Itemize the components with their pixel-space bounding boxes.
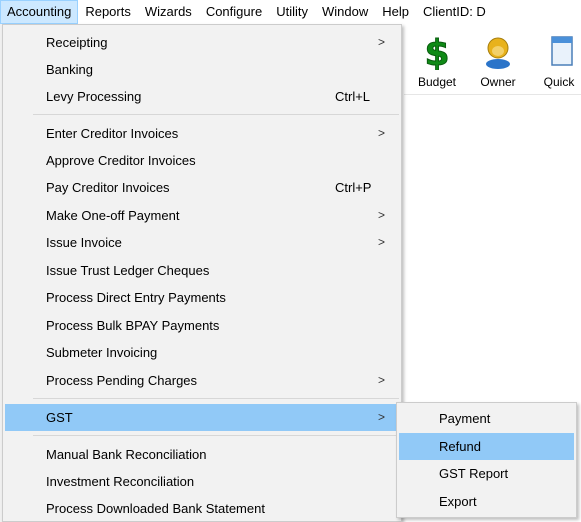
budget-button[interactable]: $ Budget <box>410 30 464 90</box>
submenu-item-label: GST Report <box>439 466 509 481</box>
owner-icon <box>486 37 510 69</box>
menu-item-label: Investment Reconciliation <box>46 474 195 489</box>
svg-text:$: $ <box>424 34 449 70</box>
menu-item-shortcut: Ctrl+L <box>335 89 371 104</box>
menu-item-submeter-invoicing[interactable]: Submeter Invoicing <box>5 339 399 366</box>
menu-help[interactable]: Help <box>375 0 416 24</box>
menu-item-label: Process Downloaded Bank Statement <box>46 501 265 516</box>
menu-item-label: Submeter Invoicing <box>46 345 158 360</box>
menu-window[interactable]: Window <box>315 0 375 24</box>
submenu-item-refund[interactable]: Refund <box>399 433 574 460</box>
menu-bar: Accounting Reports Wizards Configure Uti… <box>0 0 581 24</box>
submenu-arrow-icon: > <box>377 410 385 424</box>
menu-item-make-one-off-payment[interactable]: Make One-off Payment > <box>5 202 399 229</box>
menu-item-levy-processing[interactable]: Levy Processing Ctrl+L <box>5 83 399 110</box>
menu-item-label: Approve Creditor Invoices <box>46 153 196 168</box>
menu-item-pay-creditor-invoices[interactable]: Pay Creditor Invoices Ctrl+P <box>5 174 399 201</box>
gst-submenu: Payment Refund GST Report Export <box>396 402 577 518</box>
menu-item-enter-creditor-invoices[interactable]: Enter Creditor Invoices > <box>5 120 399 147</box>
menu-item-receipting[interactable]: Receipting > <box>5 29 399 56</box>
submenu-item-label: Payment <box>439 411 491 426</box>
submenu-arrow-icon: > <box>377 35 385 49</box>
menu-item-issue-trust-ledger-cheques[interactable]: Issue Trust Ledger Cheques <box>5 257 399 284</box>
quick-label: Quick <box>543 75 575 89</box>
menu-accounting[interactable]: Accounting <box>0 0 79 24</box>
toolbar-divider <box>404 94 581 95</box>
menu-item-label: Banking <box>46 62 93 77</box>
menu-separator <box>33 398 399 399</box>
submenu-arrow-icon: > <box>377 126 385 140</box>
menu-utility[interactable]: Utility <box>269 0 315 24</box>
menu-wizards[interactable]: Wizards <box>138 0 199 24</box>
menu-item-label: Issue Trust Ledger Cheques <box>46 263 210 278</box>
budget-label: Budget <box>417 75 457 89</box>
submenu-arrow-icon: > <box>377 373 385 387</box>
submenu-arrow-icon: > <box>377 235 385 249</box>
menu-item-label: Process Pending Charges <box>46 373 198 388</box>
menu-item-label: GST <box>46 410 73 425</box>
menu-item-label: Levy Processing <box>46 89 142 104</box>
menu-item-label: Process Bulk BPAY Payments <box>46 318 220 333</box>
client-id-label: ClientID: D <box>422 4 486 19</box>
menu-item-label: Receipting <box>46 35 108 50</box>
submenu-item-export[interactable]: Export <box>399 488 574 515</box>
menu-separator <box>33 435 399 436</box>
menu-item-approve-creditor-invoices[interactable]: Approve Creditor Invoices <box>5 147 399 174</box>
menu-item-issue-invoice[interactable]: Issue Invoice > <box>5 229 399 256</box>
owner-button[interactable]: Owner <box>471 30 525 90</box>
menu-item-gst[interactable]: GST > <box>5 404 399 431</box>
menu-item-banking[interactable]: Banking <box>5 56 399 83</box>
accounting-menu: Receipting > Banking Levy Processing Ctr… <box>2 24 402 522</box>
submenu-item-payment[interactable]: Payment <box>399 405 574 432</box>
quick-icon <box>551 36 573 66</box>
menu-item-process-direct-entry-payments[interactable]: Process Direct Entry Payments <box>5 284 399 311</box>
menu-reports[interactable]: Reports <box>78 0 138 24</box>
menu-item-label: Enter Creditor Invoices <box>46 126 179 141</box>
owner-label: Owner <box>480 75 516 89</box>
toolbar: $ Budget Owner Quick <box>404 24 581 94</box>
menu-item-label: Manual Bank Reconciliation <box>46 447 207 462</box>
submenu-item-label: Export <box>439 494 477 509</box>
menu-item-label: Pay Creditor Invoices <box>46 180 170 195</box>
menu-item-process-bulk-bpay-payments[interactable]: Process Bulk BPAY Payments <box>5 312 399 339</box>
menu-item-process-pending-charges[interactable]: Process Pending Charges > <box>5 367 399 394</box>
menu-item-manual-bank-reconciliation[interactable]: Manual Bank Reconciliation <box>5 441 399 468</box>
menu-item-label: Issue Invoice <box>46 235 122 250</box>
menu-separator <box>33 114 399 115</box>
submenu-item-label: Refund <box>439 439 481 454</box>
submenu-item-gst-report[interactable]: GST Report <box>399 460 574 487</box>
submenu-arrow-icon: > <box>377 208 385 222</box>
menu-item-process-downloaded-bank-statement[interactable]: Process Downloaded Bank Statement <box>5 495 399 522</box>
menu-configure[interactable]: Configure <box>199 0 269 24</box>
menu-item-shortcut: Ctrl+P <box>335 180 372 195</box>
quick-button[interactable]: Quick <box>532 30 581 90</box>
menu-item-label: Make One-off Payment <box>46 208 180 223</box>
menu-item-investment-reconciliation[interactable]: Investment Reconciliation <box>5 468 399 495</box>
dollar-icon: $ <box>424 34 450 70</box>
menu-item-label: Process Direct Entry Payments <box>46 290 226 305</box>
